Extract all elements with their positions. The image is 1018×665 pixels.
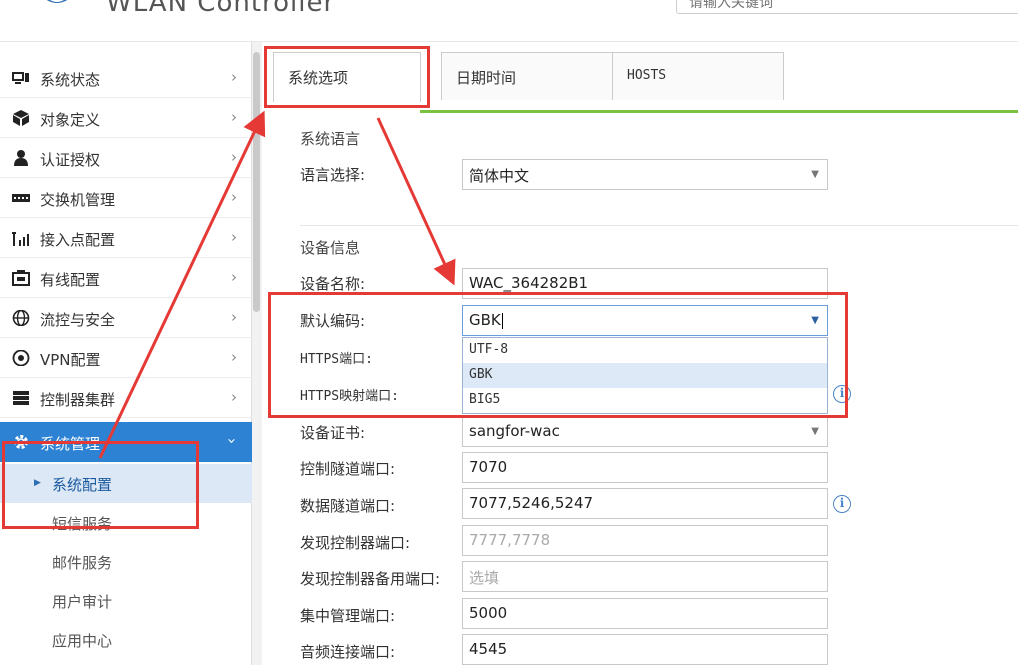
discover-port-input[interactable]: 7777,7778 <box>462 525 828 556</box>
device-cert-label: 设备证书: <box>300 424 366 442</box>
discover-backup-port-label: 发现控制器备用端口: <box>300 570 441 588</box>
sidebar-subitem-user-audit[interactable]: 用户审计 <box>0 581 252 620</box>
central-mgmt-input[interactable]: 5000 <box>462 598 828 629</box>
sidebar-subitem-mail[interactable]: 邮件服务 <box>0 542 252 581</box>
sidebar-item-label: 接入点配置 <box>40 231 116 249</box>
switch-icon <box>12 194 30 202</box>
cluster-icon <box>13 391 29 405</box>
discover-backup-port-input[interactable]: 选填 <box>462 561 828 592</box>
audio-port-input[interactable]: 4545 <box>462 634 828 665</box>
cube-icon <box>13 110 29 126</box>
tab-datetime[interactable]: 日期时间 <box>441 52 613 100</box>
chevron-right-icon: › <box>231 348 237 366</box>
info-icon[interactable]: i <box>833 495 851 513</box>
language-select-value: 简体中文 <box>469 167 530 185</box>
sidebar-item-label: 流控与安全 <box>40 311 116 329</box>
sidebar-item-ap-config[interactable]: 接入点配置 › <box>0 218 252 258</box>
sidebar-item-object-definition[interactable]: 对象定义 › <box>0 98 252 138</box>
ctrl-tunnel-input[interactable]: 7070 <box>462 452 828 483</box>
language-select[interactable]: 简体中文 ▼ <box>462 159 828 190</box>
sidebar-subitem-label: 用户审计 <box>52 593 113 611</box>
antenna-icon <box>12 232 29 246</box>
ctrl-tunnel-label: 控制隧道端口: <box>300 460 396 478</box>
section-title-language: 系统语言 <box>300 130 361 148</box>
tab-underline <box>420 110 1018 113</box>
chevron-right-icon: › <box>231 188 237 206</box>
sidebar-item-label: 认证授权 <box>40 151 101 169</box>
sidebar: 系统状态 › 对象定义 › 认证授权 › 交换机管理 › 接入点配置 › 有线配… <box>0 42 252 665</box>
sidebar-subitem-label: 应用中心 <box>52 632 113 650</box>
sidebar-item-label: 系统状态 <box>40 71 101 89</box>
section-divider <box>300 225 1018 226</box>
chevron-down-icon: ▼ <box>811 169 819 180</box>
brand-title: WLAN Controller <box>106 0 336 18</box>
tab-label: HOSTS <box>627 68 667 83</box>
chevron-right-icon: › <box>231 388 237 406</box>
logo-icon <box>47 0 67 3</box>
sidebar-item-wired-config[interactable]: 有线配置 › <box>0 258 252 298</box>
sidebar-item-flow-security[interactable]: 流控与安全 › <box>0 298 252 338</box>
tab-hosts[interactable]: HOSTS <box>612 52 784 100</box>
chevron-right-icon: › <box>231 108 237 126</box>
chevron-right-icon: › <box>231 268 237 286</box>
sidebar-subitem-label: 邮件服务 <box>52 554 113 572</box>
language-label: 语言选择: <box>300 166 366 184</box>
sidebar-subitem-app-center[interactable]: 应用中心 <box>0 620 252 659</box>
user-icon <box>14 150 28 166</box>
data-tunnel-input[interactable]: 7077,5246,5247 <box>462 488 828 519</box>
sidebar-item-label: 控制器集群 <box>40 391 116 409</box>
annotation-box-sidebar <box>2 441 199 529</box>
sidebar-scroll-thumb[interactable] <box>253 52 260 312</box>
sidebar-item-switch-mgmt[interactable]: 交换机管理 › <box>0 178 252 218</box>
sidebar-item-system-status[interactable]: 系统状态 › <box>0 58 252 98</box>
vpn-icon <box>12 350 30 366</box>
sidebar-item-controller-cluster[interactable]: 控制器集群 › <box>0 378 252 418</box>
globe-icon <box>12 310 30 326</box>
section-title-device: 设备信息 <box>300 239 361 257</box>
sidebar-item-label: 有线配置 <box>40 271 101 289</box>
audio-port-label: 音频连接端口: <box>300 643 396 661</box>
search-input[interactable] <box>676 0 1018 14</box>
monitor-icon <box>12 72 29 84</box>
annotation-box-encoding <box>268 292 848 418</box>
tab-label: 日期时间 <box>456 69 517 87</box>
device-cert-value: sangfor-wac <box>469 422 560 440</box>
chevron-down-icon: › <box>223 438 241 444</box>
wired-icon <box>12 270 30 286</box>
sidebar-item-label: 对象定义 <box>40 111 101 129</box>
sidebar-item-auth[interactable]: 认证授权 › <box>0 138 252 178</box>
app-header: WLAN Controller <box>0 0 1018 42</box>
chevron-right-icon: › <box>231 228 237 246</box>
device-cert-select[interactable]: sangfor-wac ▼ <box>462 416 828 447</box>
chevron-right-icon: › <box>231 68 237 86</box>
discover-port-label: 发现控制器端口: <box>300 534 411 552</box>
data-tunnel-label: 数据隧道端口: <box>300 497 396 515</box>
chevron-right-icon: › <box>231 308 237 326</box>
central-mgmt-label: 集中管理端口: <box>300 607 396 625</box>
chevron-down-icon: ▼ <box>811 426 819 437</box>
sidebar-item-vpn-config[interactable]: VPN配置 › <box>0 338 252 378</box>
device-name-label: 设备名称: <box>300 275 366 293</box>
sidebar-item-label: 交换机管理 <box>40 191 116 209</box>
chevron-right-icon: › <box>231 148 237 166</box>
annotation-box-tab <box>264 46 430 108</box>
sidebar-item-label: VPN配置 <box>40 351 101 369</box>
